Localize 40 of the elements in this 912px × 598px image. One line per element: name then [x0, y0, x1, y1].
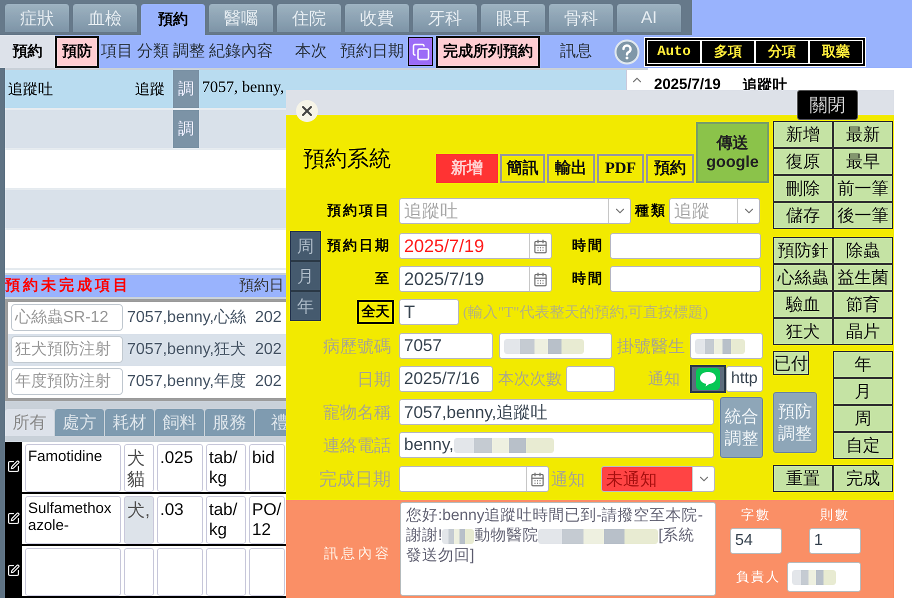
field-label: 至 [374, 271, 392, 288]
field-label: 則數 [820, 506, 850, 524]
column-header: 分類 [137, 42, 169, 62]
field-label: 字數 [741, 506, 771, 524]
field-label: 負責人 [735, 568, 782, 586]
field-label: 訊息內容 [323, 545, 393, 563]
table-cell-text: 7057,benny,狂犬 [127, 340, 247, 360]
column-header: 本次 [295, 42, 327, 62]
table-cell: 202 [255, 340, 282, 359]
field-label: 種類 [634, 202, 668, 220]
table-cell-text: 7057,benny,年度 [127, 372, 247, 392]
column-header: 預約日 [239, 276, 284, 296]
field-label: 日期 [356, 368, 392, 390]
field-label: 本次次數 [497, 370, 563, 390]
preview-date: 2025/7/19 [654, 76, 721, 95]
dialog-title: 預約系統 [302, 144, 392, 172]
field-label: 寵物名稱 [322, 402, 392, 424]
field-label: 通知 [647, 370, 680, 390]
column-header: 訊息 [560, 42, 592, 62]
table-cell-text: 7057, benny, [202, 78, 284, 98]
column-header: 紀錄內容 [209, 42, 273, 62]
field-label: 完成日期 [318, 468, 392, 491]
field-label: 時間 [571, 270, 605, 288]
field-label: 預約日期 [326, 237, 392, 255]
field-label: 通知 [550, 468, 586, 490]
field-label: 掛號醫生 [616, 336, 686, 358]
hint-text: (輸入"T"代表整天的預約,可直按標題) [463, 304, 708, 322]
field-label: 連絡電話 [322, 434, 392, 456]
table-cell-text: 追蹤吐 [7, 80, 54, 100]
column-header: 預約日期 [340, 42, 404, 62]
table-cell: 202 [255, 372, 282, 391]
table-cell-text: 追蹤 [134, 81, 165, 100]
column-header: 項目 [101, 42, 133, 62]
field-label: 時間 [571, 237, 605, 255]
section-title: 預約未完成項目 [5, 276, 131, 296]
column-header: 調整 [173, 42, 205, 62]
table-cell: 202 [255, 308, 282, 327]
field-label: 預約項目 [326, 202, 392, 220]
field-label: 病歷號碼 [322, 336, 392, 358]
table-cell-text: 7057,benny,心絲 [127, 308, 247, 328]
